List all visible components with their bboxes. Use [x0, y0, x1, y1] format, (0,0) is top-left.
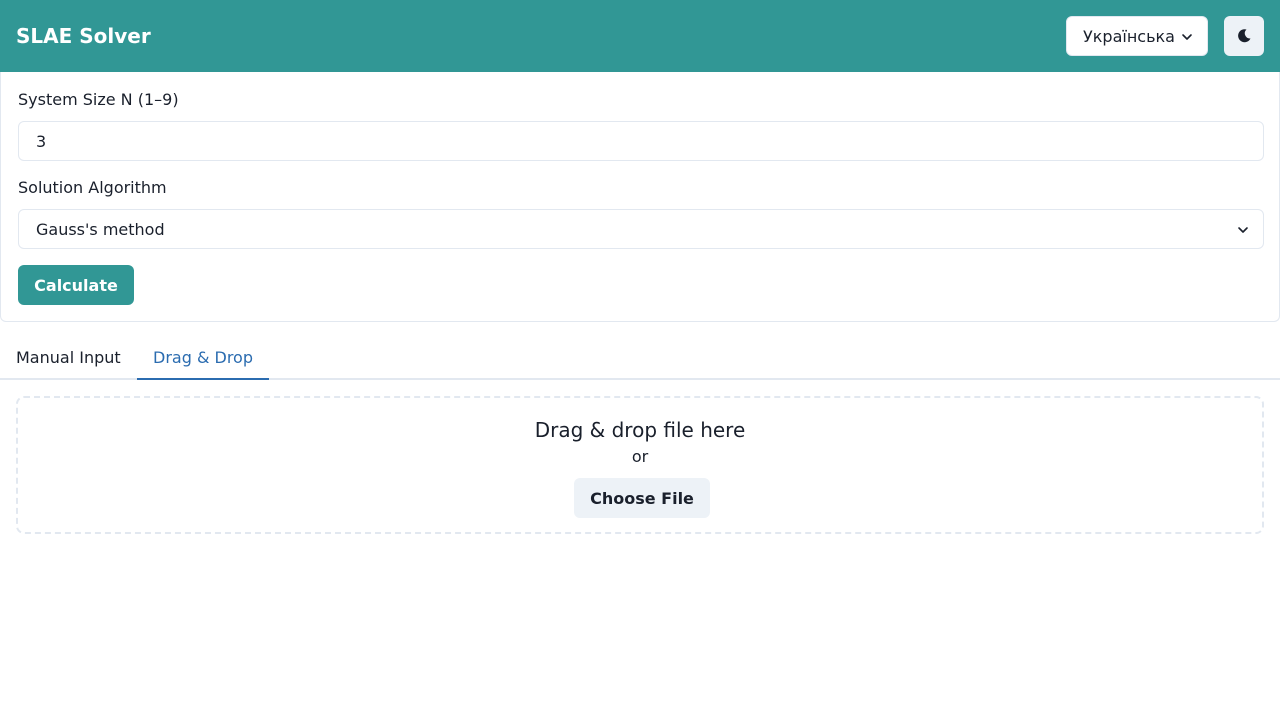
system-size-label: System Size N (1–9) — [18, 90, 179, 109]
chevron-down-icon — [1182, 34, 1192, 40]
algorithm-select-value: Gauss's method — [36, 219, 165, 239]
language-select-value: Українська — [1083, 26, 1175, 46]
app-header: SLAE Solver Українська — [0, 0, 1280, 72]
dropzone-title: Drag & drop file here — [534, 418, 746, 442]
algorithm-label: Solution Algorithm — [18, 178, 167, 197]
dropzone-or-text: or — [631, 447, 649, 466]
choose-file-button[interactable]: Choose File — [574, 478, 710, 518]
chevron-down-icon — [1238, 227, 1248, 233]
settings-card: System Size N (1–9) 3 Solution Algorithm… — [0, 72, 1280, 322]
tab-drag-drop[interactable]: Drag & Drop — [137, 336, 269, 380]
calculate-button[interactable]: Calculate — [18, 265, 134, 305]
system-size-value: 3 — [36, 131, 47, 151]
app-title: SLAE Solver — [16, 24, 151, 48]
tab-manual-input[interactable]: Manual Input — [0, 336, 137, 380]
file-dropzone[interactable]: Drag & drop file here or Choose File — [16, 396, 1264, 534]
algorithm-select[interactable]: Gauss's method — [18, 209, 1264, 249]
input-tabs: Manual Input Drag & Drop — [0, 336, 1280, 380]
system-size-input[interactable]: 3 — [18, 121, 1264, 161]
theme-toggle-button[interactable] — [1224, 16, 1264, 56]
moon-icon — [1238, 29, 1251, 43]
language-select[interactable]: Українська — [1066, 16, 1208, 56]
